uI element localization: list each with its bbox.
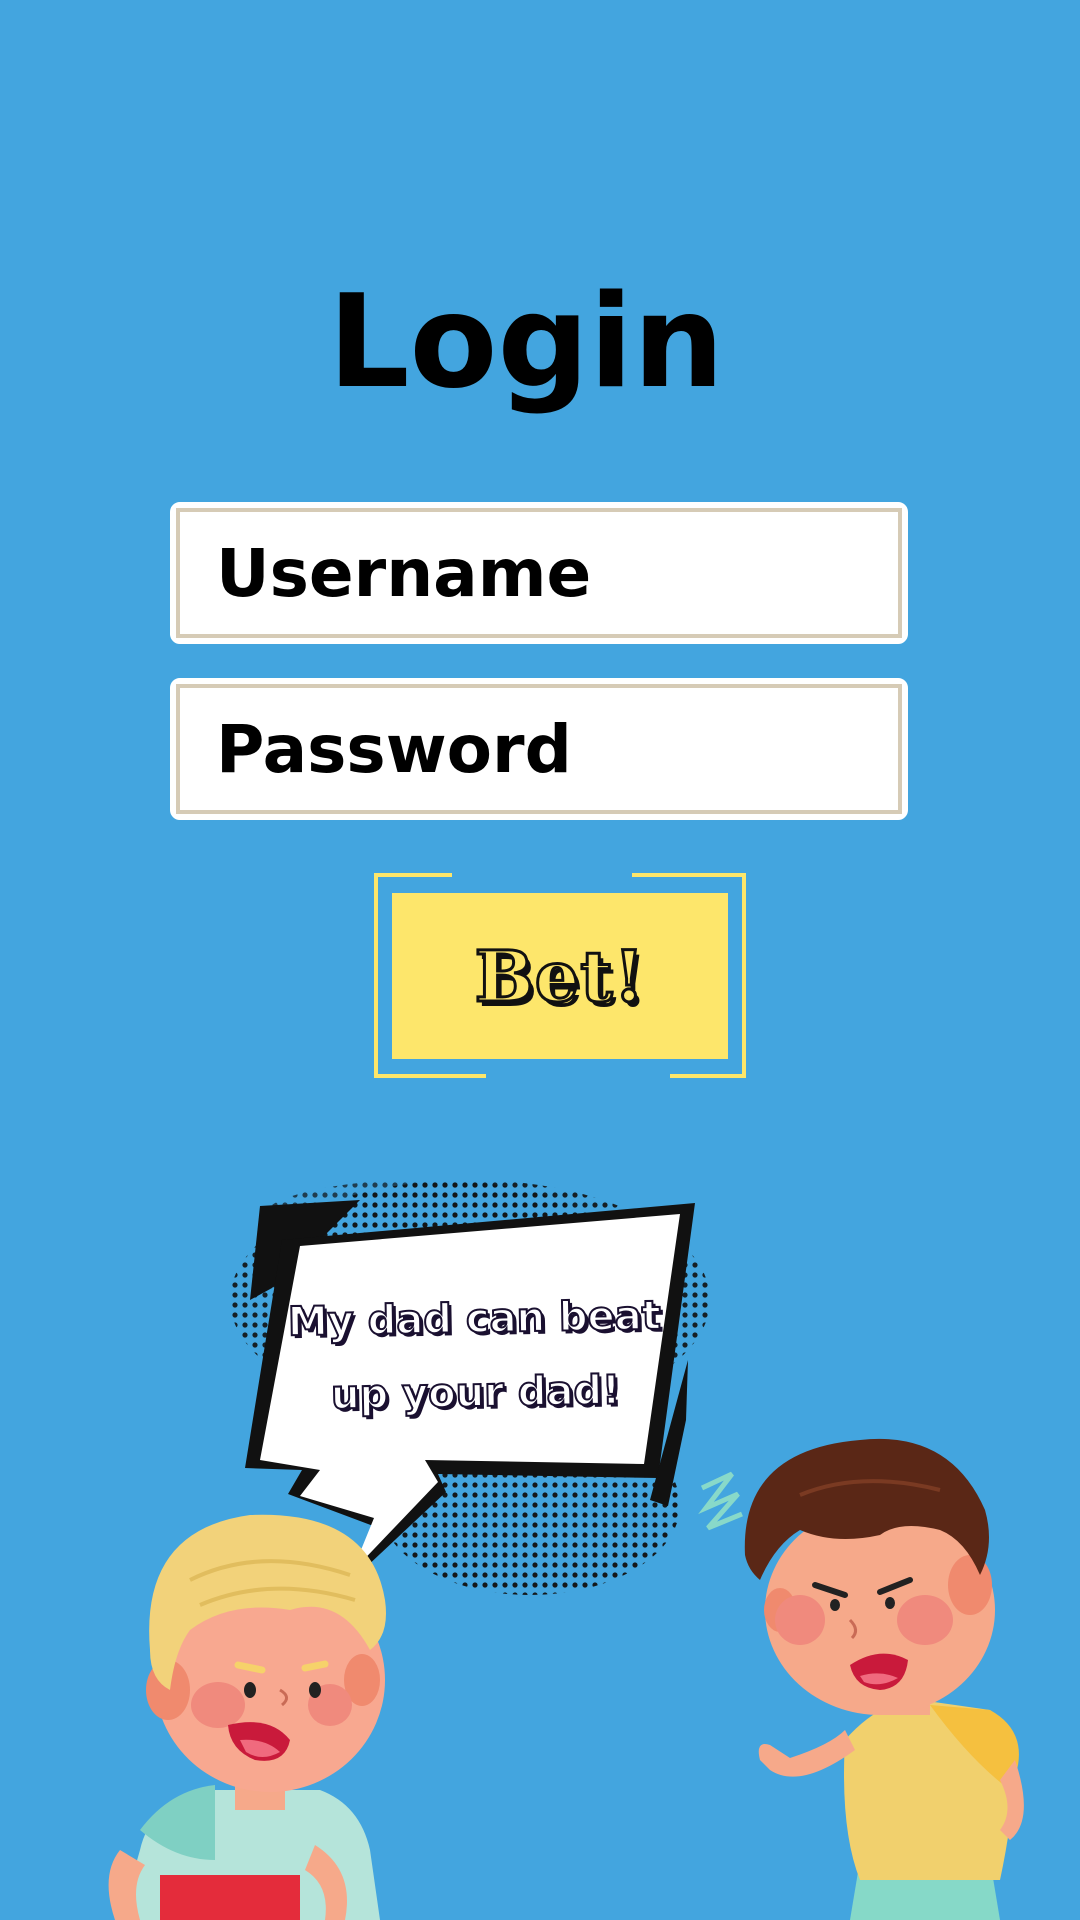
anger-squiggle bbox=[698, 1471, 743, 1531]
blond-boy-illustration bbox=[108, 1514, 386, 1920]
speech-bubble-text: My dad can beat up your dad! bbox=[286, 1292, 662, 1420]
illustration bbox=[108, 1180, 1024, 1920]
brown-haired-boy-illustration bbox=[744, 1438, 1024, 1920]
